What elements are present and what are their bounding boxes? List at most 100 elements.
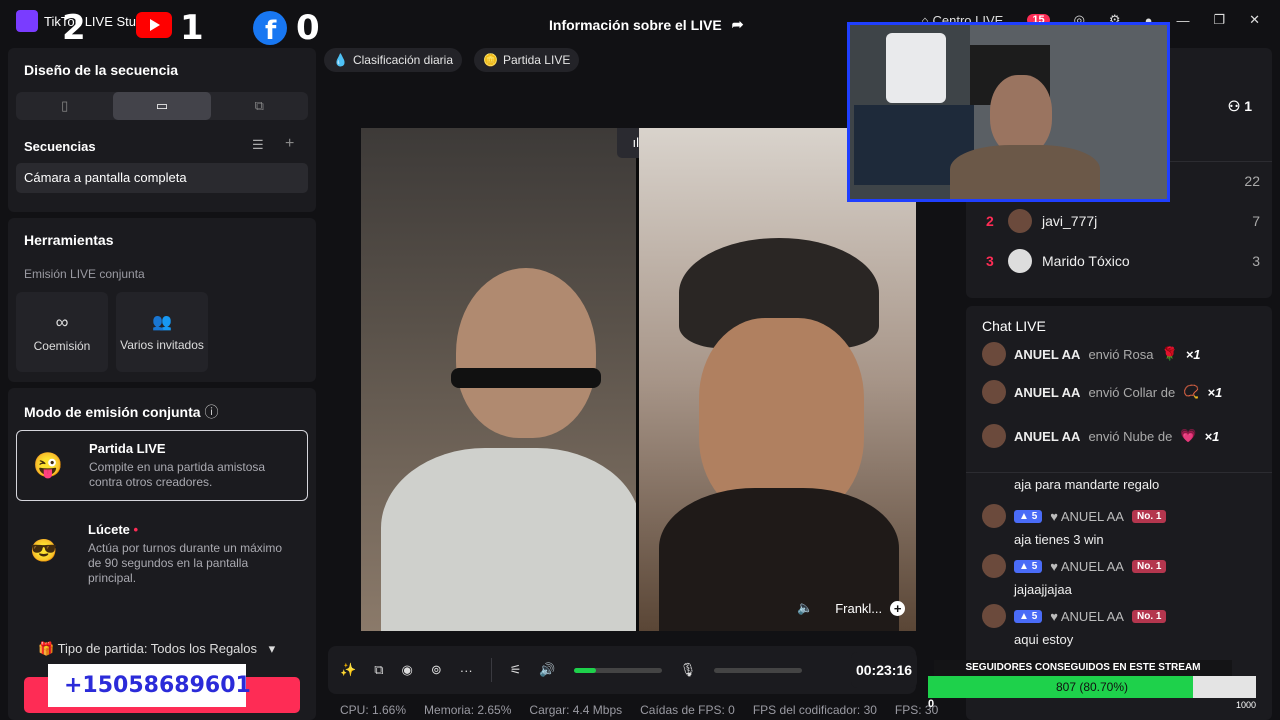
landscape-option[interactable]: ▭: [113, 92, 211, 120]
divider: [966, 472, 1272, 473]
chevron-down-icon: ▾: [268, 641, 276, 656]
gift-text: envió Rosa: [1088, 346, 1154, 362]
cohost-label: Coemisión: [33, 338, 91, 353]
daily-ranking-label: Clasificación diaria: [352, 53, 453, 67]
chat-text: jajaajjajaa: [1014, 582, 1072, 597]
viewers-icon: ⚇: [1227, 98, 1241, 114]
volume-icon[interactable]: 🔊: [539, 662, 555, 678]
chat-panel: Chat LIVE ANUEL AA envió Rosa 🌹 ×1 ANUEL AA…: [966, 306, 1272, 720]
gift-text: envió Collar de: [1088, 384, 1176, 400]
cohost-button[interactable]: ∞ Coemisión: [16, 292, 108, 372]
chat-list: ▲ 5 ♥ ANUEL AA No. 1 aja tienes 3 win ▲ 5 ♥…: [966, 504, 1272, 654]
rank-name: Marido Tóxico: [1042, 253, 1130, 269]
record-icon[interactable]: ◉: [401, 662, 412, 678]
followers-min: 0: [928, 698, 935, 710]
rank-badge: No. 1: [1131, 509, 1167, 523]
gift-count: ×1: [1207, 384, 1223, 400]
chat-author: ♥ ANUEL AA: [1050, 508, 1124, 524]
chat-item[interactable]: ▲ 5 ♥ ANUEL AA No. 1 aja tienes 3 win: [966, 504, 1272, 554]
guest-name: Frankl...: [835, 600, 883, 616]
facebook-icon: f: [252, 10, 288, 49]
guest-video: 🔈 Frankl... +: [639, 128, 916, 631]
pip-face: [990, 75, 1052, 155]
live-timer: 00:23:16: [851, 652, 917, 688]
gift-count: ×1: [1204, 428, 1220, 444]
host-face: [456, 268, 596, 438]
encoder-fps-stat: FPS del codificador: 30: [752, 703, 877, 717]
restore-icon[interactable]: ❐: [1213, 12, 1225, 28]
chat-author: ♥ ANUEL AA: [1050, 608, 1124, 624]
close-icon[interactable]: ✕: [1249, 12, 1260, 28]
add-icon[interactable]: +: [285, 135, 294, 153]
speaker-icon[interactable]: 🔈: [797, 600, 813, 616]
avatar: [982, 424, 1006, 448]
add-guest-icon[interactable]: +: [890, 600, 906, 616]
multi-guest-button[interactable]: 👥 Varios invitados: [116, 292, 208, 372]
level-value: 5: [1031, 610, 1038, 622]
gift-count: ×1: [1185, 346, 1201, 362]
live-info-link[interactable]: Información sobre el LIVE ➦: [549, 16, 743, 33]
ranking-row[interactable]: 3 Marido Tóxico 3: [966, 241, 1272, 281]
chat-text: aqui estoy: [1014, 632, 1074, 647]
viewer-count[interactable]: ⚇ 1: [1228, 98, 1252, 115]
chat-meta: ▲ 5 ♥ ANUEL AA No. 1: [966, 504, 1272, 528]
match-emoji-icon: 😜: [33, 452, 63, 479]
sequence-item[interactable]: Cámara a pantalla completa: [16, 163, 308, 193]
live-info-title: Información sobre el LIVE: [549, 16, 722, 33]
twitch-count: 2: [62, 8, 86, 48]
avatar: [982, 504, 1006, 528]
followers-value: 807 (80.70%): [1055, 680, 1129, 694]
necklace-icon: 📿: [1183, 384, 1200, 399]
dual-option[interactable]: ⧉: [211, 92, 308, 120]
ranking-row[interactable]: 2 javi_777j 7: [966, 201, 1272, 241]
memory-stat: Memoria: 2.65%: [424, 703, 512, 717]
chat-item[interactable]: ▲ 5 ♥ ANUEL AA No. 1 jajaajjajaa: [966, 554, 1272, 604]
sequence-design-title: Diseño de la secuencia: [24, 62, 179, 78]
mode-spotlight-title: Lúcete •: [88, 522, 296, 537]
orientation-selector: ▯ ▭ ⧉: [16, 92, 308, 120]
avatar: [1008, 209, 1032, 233]
match-type-select[interactable]: 🎁 Tipo de partida: Todos los Regalos ▾: [38, 641, 275, 657]
tools-title: Herramientas: [24, 232, 114, 248]
chat-text: aja tienes 3 win: [1014, 532, 1104, 547]
mic-slider[interactable]: [714, 667, 803, 673]
host-video: [361, 128, 636, 631]
effects-icon[interactable]: ✨: [340, 662, 356, 678]
gift-row[interactable]: ANUEL AA envió Rosa 🌹 ×1: [966, 338, 1272, 370]
volume-slider[interactable]: [573, 667, 662, 673]
users-icon: 👥: [152, 314, 172, 331]
avatar: [982, 604, 1006, 628]
whatsapp-number: +15058689601: [64, 673, 251, 698]
rose-icon: 🌹: [1161, 346, 1178, 361]
rank-name: javi_777j: [1042, 213, 1098, 229]
followers-goal: SEGUIDORES CONSEGUIDOS EN ESTE STREAM 80…: [928, 660, 1256, 720]
mic-off-icon[interactable]: 🎙: [680, 662, 697, 678]
tools-panel: Herramientas Emisión LIVE conjunta ∞ Coe…: [8, 218, 316, 382]
portrait-option[interactable]: ▯: [16, 92, 113, 120]
screen-share-icon[interactable]: ⧉: [374, 662, 383, 678]
gift-icon: 🎁: [38, 641, 55, 656]
multi-guest-label: Varios invitados: [120, 338, 204, 352]
gift-row[interactable]: ANUEL AA envió Nube de 💗 ×1: [966, 414, 1272, 458]
level-badge: ▲ 5: [1014, 509, 1043, 523]
mode-live-match[interactable]: 😜 Partida LIVE Compite en una partida am…: [16, 430, 308, 501]
chat-author-name: ANUEL AA: [1060, 508, 1124, 524]
gift-sender: ANUEL AA: [1014, 384, 1081, 400]
rank-badge: No. 1: [1131, 559, 1167, 573]
chat-item[interactable]: ▲ 5 ♥ ANUEL AA No. 1 aqui estoy: [966, 604, 1272, 654]
live-match-chip[interactable]: 🪙 Partida LIVE: [474, 48, 580, 72]
daily-ranking-chip[interactable]: 💧 Clasificación diaria: [324, 48, 462, 72]
rank-num: 3: [986, 253, 994, 269]
mode-spotlight[interactable]: 😎 Lúcete • Actúa por turnos durante un m…: [16, 512, 308, 596]
camera-target-icon[interactable]: ⊚: [431, 662, 442, 678]
match-type-label: Tipo de partida: Todos los Regalos: [57, 641, 258, 656]
landscape-icon: ▭: [155, 98, 169, 113]
link-icon: ∞: [55, 311, 69, 332]
minimize-icon[interactable]: —: [1176, 13, 1189, 28]
list-icon[interactable]: ☰: [252, 137, 264, 153]
adjust-icon[interactable]: ⚟: [510, 662, 522, 678]
more-icon[interactable]: ···: [460, 663, 473, 678]
help-circle-icon[interactable]: ⓘ: [204, 404, 218, 420]
mode-live-match-title: Partida LIVE: [89, 441, 166, 456]
gift-row[interactable]: ANUEL AA envió Collar de 📿 ×1: [966, 370, 1272, 414]
